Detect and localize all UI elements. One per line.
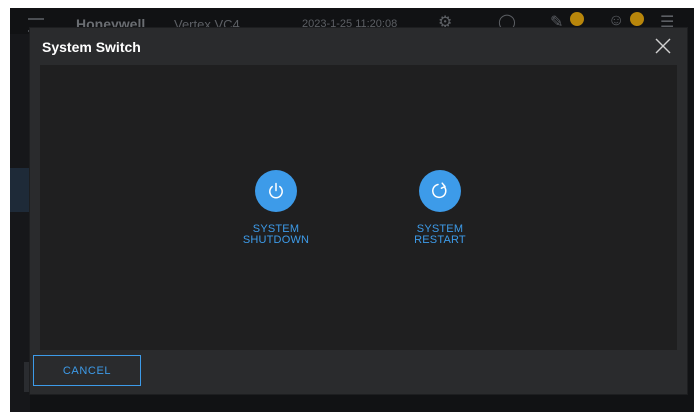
system-shutdown-label: SYSTEM SHUTDOWN	[221, 224, 331, 246]
label-line: RESTART	[414, 234, 466, 246]
system-restart-label: SYSTEM RESTART	[385, 224, 495, 246]
system-shutdown-button[interactable]: SYSTEM SHUTDOWN	[221, 170, 331, 246]
tools-badge	[570, 12, 584, 26]
power-icon	[255, 170, 297, 212]
restart-icon	[419, 170, 461, 212]
side-navigation	[10, 34, 30, 412]
users-badge	[630, 12, 644, 26]
label-line: SHUTDOWN	[242, 234, 310, 246]
close-button[interactable]	[653, 36, 673, 56]
side-nav-active-item	[10, 168, 30, 212]
system-switch-dialog: System Switch SYSTEM SHUTDOWN SYSTEM RES…	[30, 28, 687, 394]
dialog-footer: CANCEL	[30, 350, 687, 394]
close-icon	[655, 38, 671, 54]
system-restart-button[interactable]: SYSTEM RESTART	[385, 170, 495, 246]
dialog-title: System Switch	[42, 39, 141, 55]
cancel-button[interactable]: CANCEL	[33, 355, 141, 386]
dialog-body: SYSTEM SHUTDOWN SYSTEM RESTART	[40, 65, 677, 350]
